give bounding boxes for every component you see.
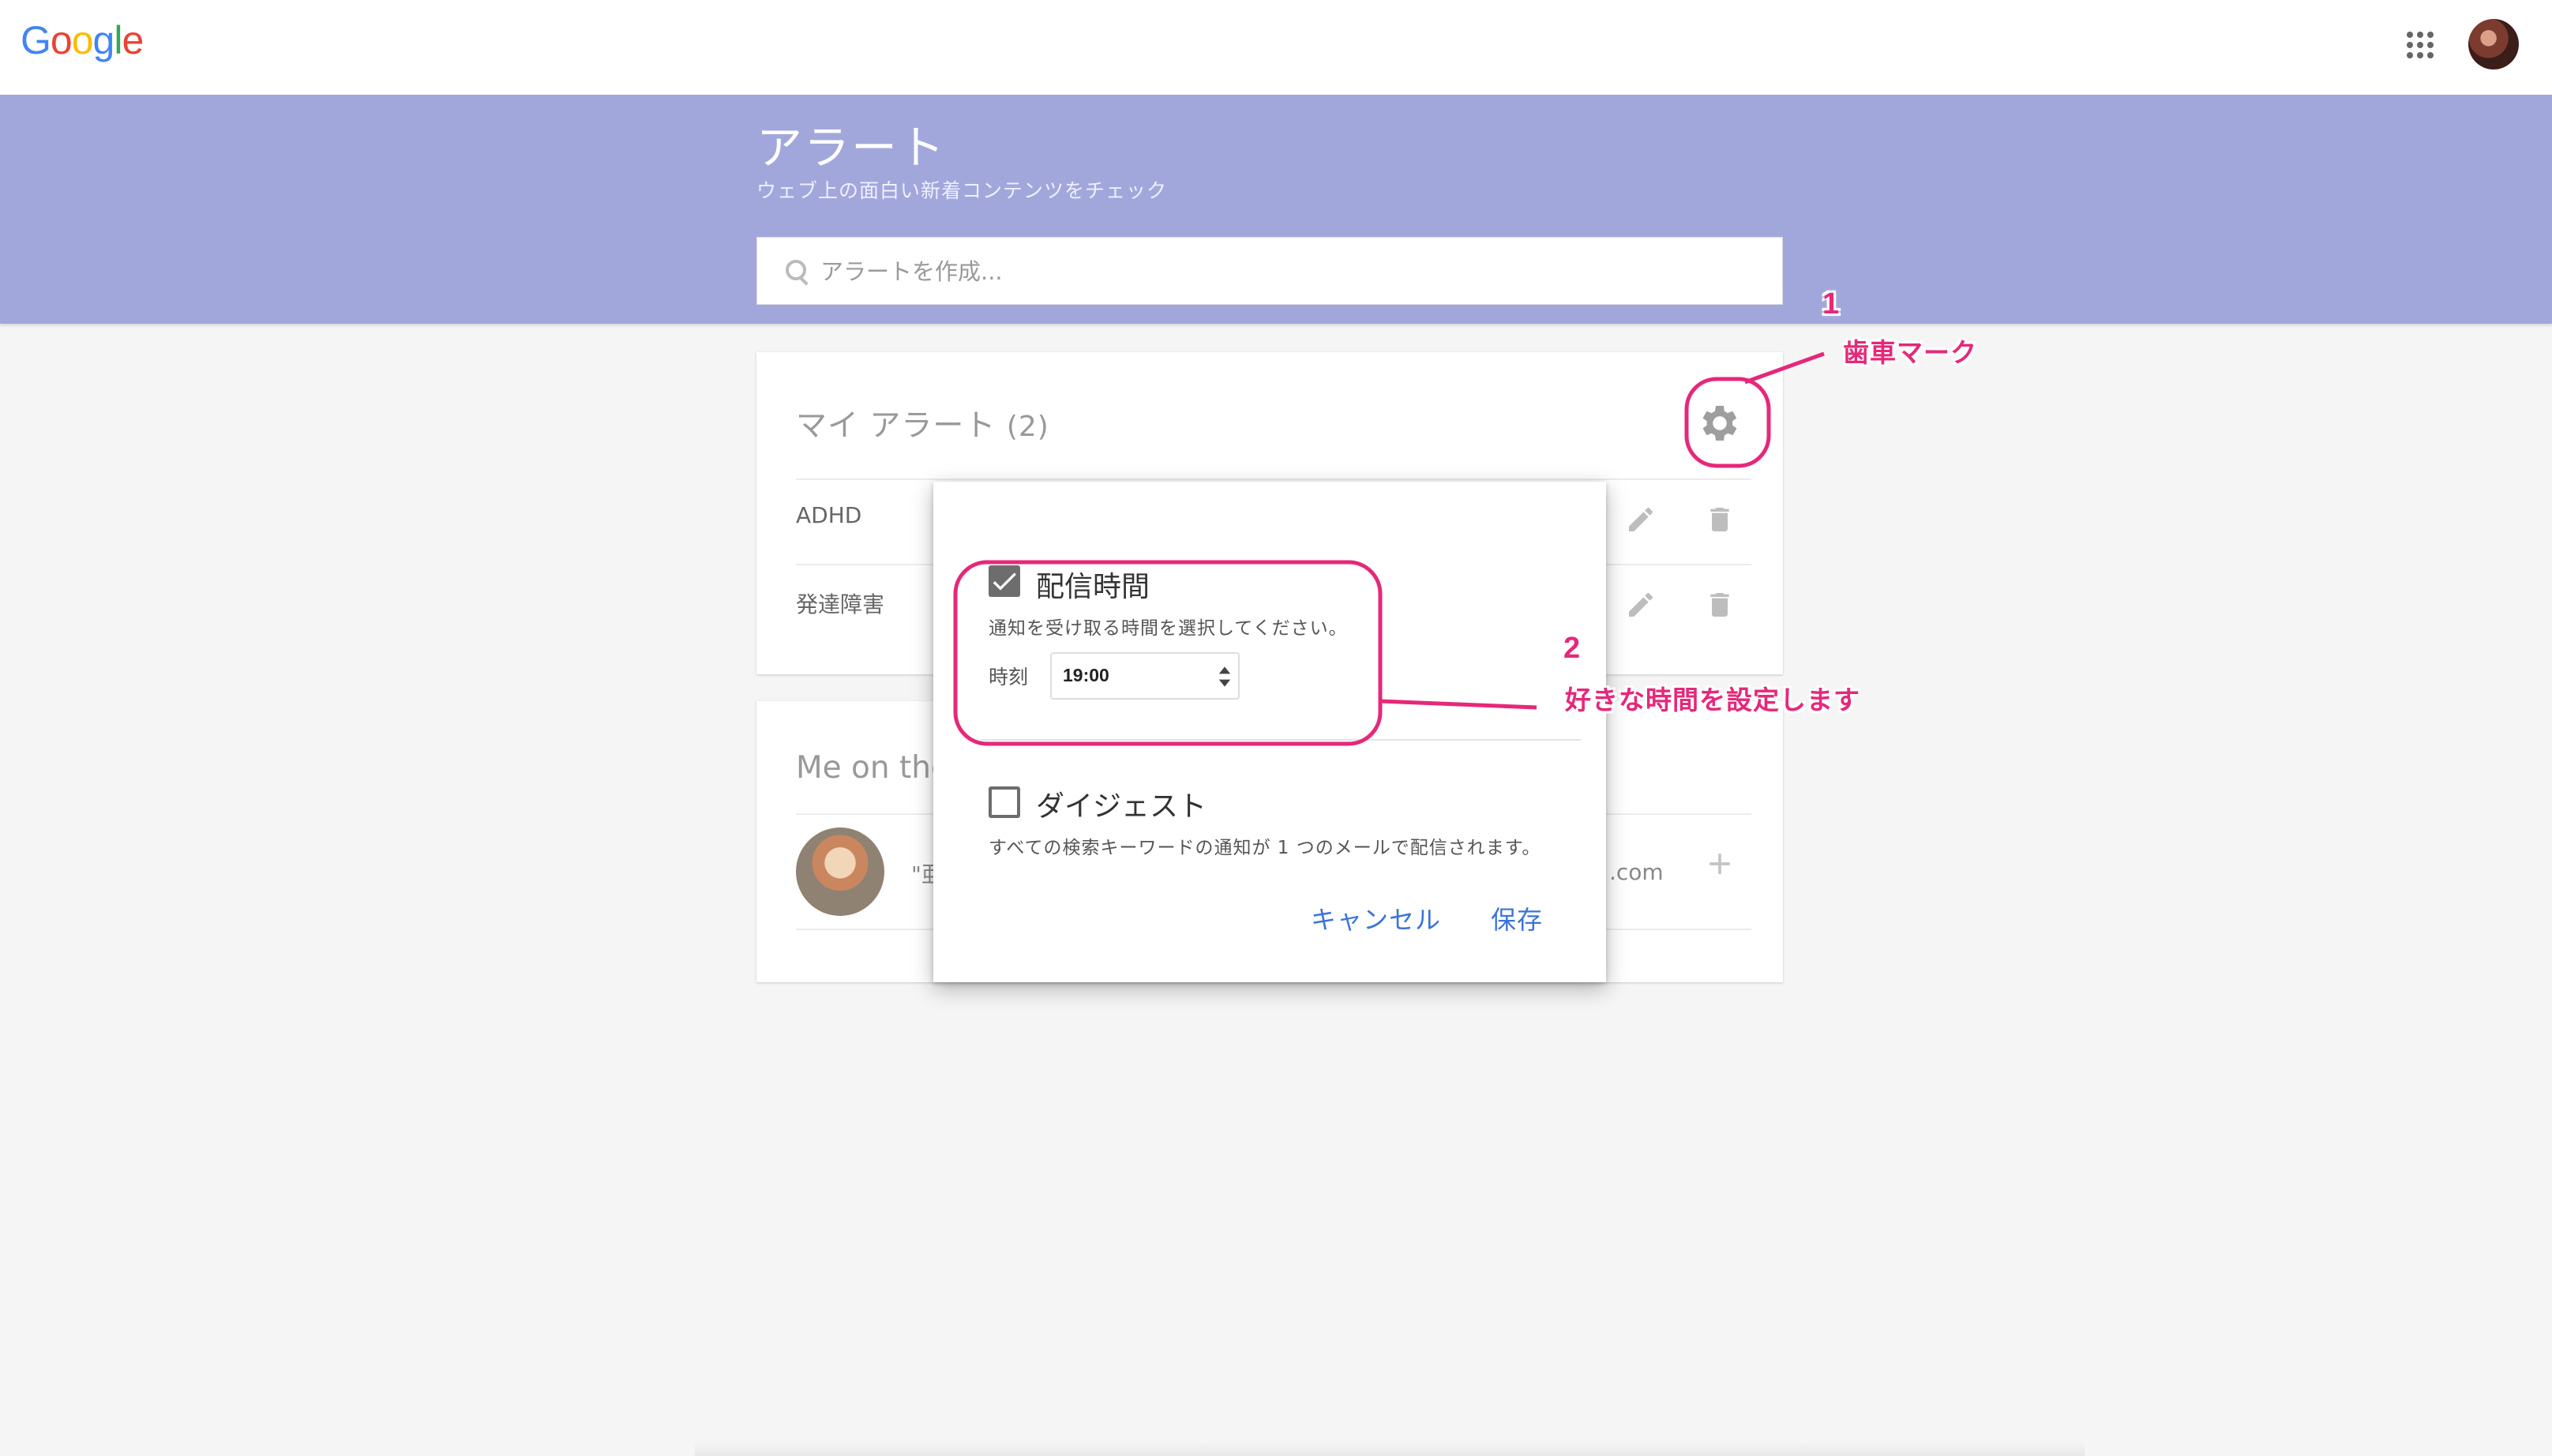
profile-avatar [796,827,884,916]
alert-settings-popup: 配信時間 通知を受け取る時間を選択してください。 時刻 19:00 ダイジェスト… [933,482,1606,982]
account-avatar[interactable] [2468,19,2519,69]
spinner-arrows-icon [1218,666,1231,687]
logo-letter: g [92,18,115,62]
time-select[interactable]: 19:00 [1050,652,1240,700]
page-subtitle: ウェブ上の面白い新着コンテンツをチェック [756,179,1168,202]
time-label: 時刻 [989,666,1029,689]
page-title: アラート [756,121,947,174]
alerts-banner: アラート ウェブ上の面白い新着コンテンツをチェック [0,95,2552,324]
edit-icon[interactable] [1625,589,1657,621]
checkmark-icon [993,572,1016,591]
add-icon[interactable] [1702,846,1737,881]
divider [796,478,1751,480]
logo-letter: e [122,18,144,62]
delivery-time-label: 配信時間 [1036,571,1150,603]
me-email-text: .com [1609,859,1664,885]
cancel-button[interactable]: キャンセル [1311,900,1441,936]
digest-checkbox[interactable] [989,786,1020,818]
alert-item-label[interactable]: 発達障害 [796,587,884,619]
alert-item-label[interactable]: ADHD [796,502,861,528]
annotation-text-2: 好きな時間を設定します [1565,685,1860,715]
google-logo[interactable]: Google [21,17,144,63]
annotation-number-2: 2 [1563,632,1581,665]
time-value: 19:00 [1063,665,1109,685]
page-bottom-edge [695,1442,2085,1456]
apps-grid-icon[interactable] [2407,32,2434,58]
gear-icon [1702,406,1737,441]
logo-letter: o [71,18,94,62]
search-icon [786,260,806,280]
save-button[interactable]: 保存 [1491,900,1543,936]
my-alerts-count: (2) [1006,411,1049,443]
logo-letter: o [50,18,73,62]
delete-icon[interactable] [1704,589,1736,621]
delete-icon[interactable] [1704,504,1736,535]
edit-icon[interactable] [1625,504,1657,535]
delivery-time-checkbox[interactable] [989,565,1020,597]
digest-label: ダイジェスト [1036,790,1207,823]
create-alert-box[interactable] [756,237,1783,305]
my-alerts-title: マイ アラート (2) [796,401,1049,445]
my-alerts-title-text: マイ アラート [796,408,996,444]
annotation-text-1: 歯車マーク [1843,337,1977,368]
settings-gear-button[interactable] [1696,400,1743,447]
digest-description: すべての検索キーワードの通知が 1 つのメールで配信されます。 [989,838,1541,858]
divider [981,739,1581,741]
delivery-time-description: 通知を受け取る時間を選択してください。 [989,618,1348,639]
logo-letter: l [114,18,122,62]
create-alert-input[interactable] [819,249,1770,295]
top-bar: Google [0,0,2552,95]
me-on-web-title: Me on the [796,750,951,786]
logo-letter: G [21,18,51,62]
annotation-number-1: 1 [1822,287,1840,321]
